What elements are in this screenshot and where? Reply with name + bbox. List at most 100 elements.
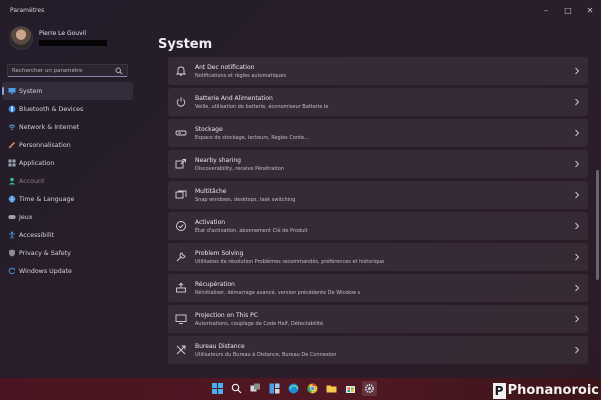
brush-icon bbox=[8, 141, 16, 149]
settings-window: Paramètres – □ ✕ Pierre Le Gouvil Recher… bbox=[0, 0, 601, 378]
apps-icon bbox=[8, 159, 16, 167]
settings-list: Ant Dec notification Notifications et rè… bbox=[168, 57, 588, 367]
wifi-icon bbox=[8, 123, 16, 131]
watermark-logo: P bbox=[492, 382, 506, 399]
search-input[interactable] bbox=[12, 67, 116, 74]
card-description: Discoverability, receive Pénétration bbox=[195, 166, 284, 172]
sidebar-item-label: Accessibilit bbox=[19, 231, 55, 239]
activation-icon bbox=[176, 221, 186, 231]
maximize-icon[interactable]: □ bbox=[557, 0, 579, 20]
card-description: Espace de stockage, lecteurs, Règles Con… bbox=[195, 135, 309, 141]
gamepad-icon bbox=[8, 213, 16, 221]
windows-start-icon[interactable] bbox=[210, 381, 225, 396]
sidebar-item-account[interactable]: Account bbox=[2, 172, 133, 190]
card-nearby-sharing[interactable]: Nearby sharing Discoverability, receive … bbox=[168, 150, 588, 178]
sidebar-item-system[interactable]: System bbox=[2, 82, 133, 100]
scrollbar[interactable] bbox=[596, 170, 599, 280]
card-description: Utilitaires de résolution Problèmes reco… bbox=[195, 259, 385, 265]
card-storage[interactable]: Stockage Espace de stockage, lecteurs, R… bbox=[168, 119, 588, 147]
sidebar: Pierre Le Gouvil System Blue bbox=[0, 20, 138, 378]
sidebar-item-bluetooth[interactable]: Bluetooth & Devices bbox=[2, 100, 133, 118]
card-title: Ant Dec notification bbox=[195, 64, 255, 71]
card-troubleshoot[interactable]: Problem Solving Utilitaires de résolutio… bbox=[168, 243, 588, 271]
sidebar-item-label: System bbox=[19, 87, 43, 95]
watermark-text: Phonanoroic bbox=[507, 383, 599, 398]
card-title: Projection on This PC bbox=[195, 312, 258, 319]
chrome-icon[interactable] bbox=[305, 381, 320, 396]
phonandroid-watermark: P Phonanoroic bbox=[492, 381, 599, 400]
card-title: Stockage bbox=[195, 126, 223, 133]
card-description: Snap windows, desktops, task switching bbox=[195, 197, 296, 203]
search-icon[interactable] bbox=[229, 381, 244, 396]
share-icon bbox=[175, 159, 186, 169]
recovery-icon bbox=[176, 282, 186, 293]
sidebar-item-label: Network & Internet bbox=[19, 123, 80, 131]
multitask-icon bbox=[175, 190, 187, 199]
card-description: Réinitialiser, démarrage avancé, version… bbox=[195, 290, 361, 296]
widgets-icon[interactable] bbox=[267, 381, 282, 396]
edge-icon[interactable] bbox=[286, 381, 301, 396]
window-title: Paramètres bbox=[10, 6, 45, 14]
avatar bbox=[9, 26, 33, 50]
card-description: Veille, utilisation de batterie, économi… bbox=[195, 104, 329, 110]
chevron-right-icon bbox=[575, 315, 580, 323]
wrench-icon bbox=[176, 252, 186, 262]
store-icon[interactable] bbox=[343, 381, 358, 396]
remote-desktop-icon bbox=[176, 345, 186, 355]
sidebar-item-personnalisation[interactable]: Personnalisation bbox=[2, 136, 133, 154]
minimize-icon[interactable]: – bbox=[535, 0, 557, 20]
card-description: État d'activation, abonnement Clé de Pro… bbox=[195, 228, 308, 234]
chevron-right-icon bbox=[575, 160, 580, 168]
notification-icon bbox=[175, 66, 187, 76]
file-explorer-icon[interactable] bbox=[324, 381, 339, 396]
card-battery[interactable]: Batterie And Alimentation Veille, utilis… bbox=[168, 88, 588, 116]
user-profile[interactable]: Pierre Le Gouvil bbox=[9, 26, 107, 50]
card-description: Autorisations, couplage de Code Half, Dé… bbox=[195, 321, 324, 327]
card-activation[interactable]: Activation État d'activation, abonnement… bbox=[168, 212, 588, 240]
close-icon[interactable]: ✕ bbox=[579, 0, 601, 20]
chevron-right-icon bbox=[575, 191, 580, 199]
card-title: Batterie And Alimentation bbox=[195, 95, 273, 102]
chevron-right-icon bbox=[575, 67, 580, 75]
main-content: System Ant Dec notification Notification… bbox=[148, 20, 601, 378]
profile-name: Pierre Le Gouvil bbox=[39, 30, 86, 37]
card-multitasking[interactable]: Multitâche Snap windows, desktops, task … bbox=[168, 181, 588, 209]
page-title: System bbox=[158, 37, 213, 52]
card-title: Nearby sharing bbox=[195, 157, 241, 164]
card-title: Bureau Distance bbox=[195, 343, 245, 350]
sidebar-item-windows-update[interactable]: Windows Update bbox=[2, 262, 133, 280]
card-title: Multitâche bbox=[195, 188, 227, 195]
accessibility-icon bbox=[8, 231, 16, 239]
chevron-right-icon bbox=[575, 253, 580, 261]
card-title: Activation bbox=[195, 219, 226, 226]
bluetooth-icon bbox=[8, 105, 16, 113]
chevron-right-icon bbox=[575, 129, 580, 137]
sidebar-item-network[interactable]: Network & Internet bbox=[2, 118, 133, 136]
sidebar-item-application[interactable]: Application bbox=[2, 154, 133, 172]
task-view-icon[interactable] bbox=[248, 381, 263, 396]
sidebar-item-privacy[interactable]: Privacy & Safety bbox=[2, 244, 133, 262]
globe-icon bbox=[8, 195, 16, 203]
sidebar-item-label: Bluetooth & Devices bbox=[19, 105, 84, 113]
sidebar-item-accessibility[interactable]: Accessibilit bbox=[2, 226, 133, 244]
chevron-right-icon bbox=[575, 284, 580, 292]
card-title: Problem Solving bbox=[195, 250, 244, 257]
card-description: Utilisateurs du Bureau à Distance, Burea… bbox=[195, 352, 337, 358]
card-notifications[interactable]: Ant Dec notification Notifications et rè… bbox=[168, 57, 588, 85]
card-recovery[interactable]: Récupération Réinitialiser, démarrage av… bbox=[168, 274, 588, 302]
sidebar-item-jeux[interactable]: Jeux bbox=[2, 208, 133, 226]
chevron-right-icon bbox=[575, 346, 580, 354]
search-box[interactable] bbox=[7, 64, 128, 77]
sidebar-item-label: Privacy & Safety bbox=[19, 249, 71, 257]
settings-icon[interactable] bbox=[362, 381, 377, 396]
sidebar-item-time-language[interactable]: Time & Language bbox=[2, 190, 133, 208]
sidebar-item-label: Account bbox=[19, 177, 45, 185]
card-title: Récupération bbox=[195, 281, 235, 288]
power-icon bbox=[176, 97, 186, 107]
card-projection[interactable]: Projection on This PC Autorisations, cou… bbox=[168, 305, 588, 333]
search-icon[interactable] bbox=[115, 67, 123, 75]
profile-email-redacted bbox=[39, 40, 107, 46]
sidebar-nav: System Bluetooth & Devices Network & Int… bbox=[2, 82, 133, 280]
sidebar-item-label: Personnalisation bbox=[19, 141, 71, 149]
card-remote-desktop[interactable]: Bureau Distance Utilisateurs du Bureau à… bbox=[168, 336, 588, 364]
